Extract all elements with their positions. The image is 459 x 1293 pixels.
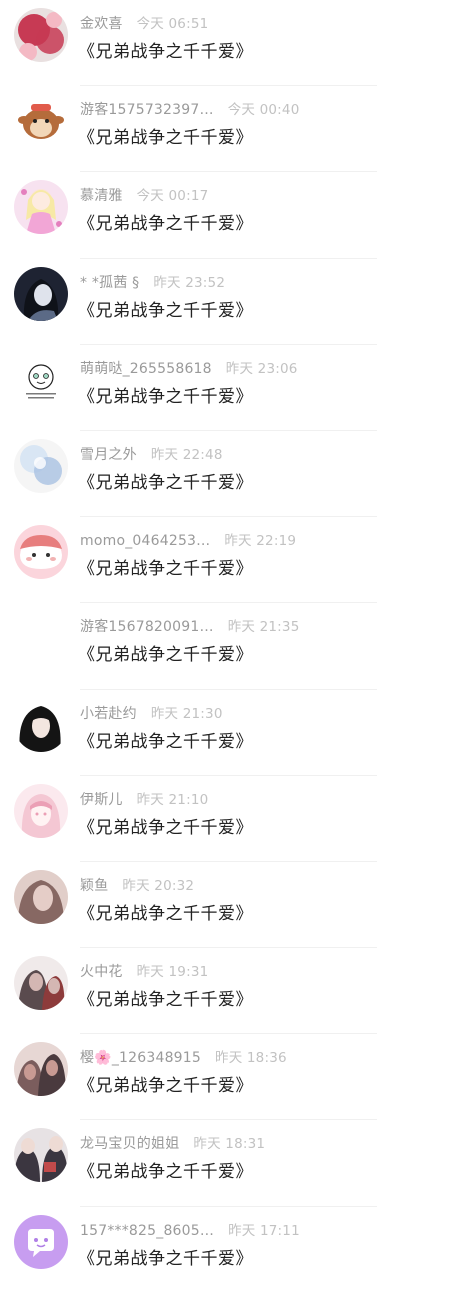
timestamp: 今天 06:51: [136, 16, 209, 32]
comment-meta: 萌萌哒_265558618 昨天 23:06: [80, 357, 298, 378]
comment-item[interactable]: 游客1567820091… 昨天 21:35 《兄弟战争之千千爱》: [0, 603, 459, 690]
timestamp: 昨天 21:30: [150, 705, 223, 722]
comment-meta: 伊斯儿 昨天 21:10: [80, 788, 208, 809]
comment-list: 金欢喜 今天 06:51 《兄弟战争之千千爱》 游客1575732397… 今天 00…: [0, 0, 459, 1293]
comment-text: 《兄弟战争之千千爱》: [78, 300, 253, 321]
comment-item[interactable]: 萌萌哒_265558618 昨天 23:06 《兄弟战争之千千爱》: [0, 345, 459, 432]
username[interactable]: 游客1575732397…: [80, 102, 214, 118]
username[interactable]: 颖鱼: [80, 878, 108, 894]
comment-item[interactable]: 颖鱼 昨天 20:32 《兄弟战争之千千爱》: [0, 862, 459, 949]
comment-item[interactable]: * *孤茜 § 昨天 23:52 《兄弟战争之千千爱》: [0, 259, 459, 345]
timestamp: 昨天 23:52: [153, 274, 226, 291]
avatar-blue-illustration[interactable]: [14, 438, 68, 493]
timestamp: 昨天 23:06: [225, 360, 298, 377]
timestamp: 昨天 17:11: [228, 1222, 300, 1239]
comment-meta: * *孤茜 § 昨天 23:52: [80, 271, 225, 292]
comment-meta: 小若赴约 昨天 21:30: [80, 702, 223, 723]
comment-text: 《兄弟战争之千千爱》: [78, 42, 253, 62]
avatar-tf-boys[interactable]: [14, 1128, 68, 1183]
avatar-dark-anime-girl[interactable]: [14, 266, 68, 321]
comment-meta: 雪月之外 昨天 22:48: [80, 443, 223, 464]
timestamp: 昨天 22:48: [150, 446, 223, 463]
avatar-empty[interactable]: [14, 611, 68, 666]
timestamp: 昨天 21:35: [227, 619, 300, 636]
comment-item[interactable]: 伊斯儿 昨天 21:10 《兄弟战争之千千爱》: [0, 776, 459, 863]
avatar-cartoon-dog[interactable]: [14, 94, 68, 149]
avatar-doodle-face[interactable]: [14, 352, 68, 407]
comment-meta: 157***825_8605… 昨天 17:11: [80, 1219, 300, 1239]
comment-meta: 金欢喜 今天 06:51: [80, 12, 208, 33]
comment-text: 《兄弟战争之千千爱》: [78, 472, 253, 493]
timestamp: 昨天 19:31: [136, 964, 209, 981]
comment-meta: 火中花 昨天 19:31: [80, 960, 208, 981]
username[interactable]: 雪月之外: [80, 447, 137, 463]
comment-item[interactable]: 慕清雅 今天 00:17 《兄弟战争之千千爱》: [0, 172, 459, 259]
comment-item[interactable]: 游客1575732397… 今天 00:40 《兄弟战争之千千爱》: [0, 86, 459, 173]
comment-text: 《兄弟战争之千千爱》: [78, 817, 253, 838]
comment-item[interactable]: 樱🌸_126348915 昨天 18:36 《兄弟战争之千千爱》: [0, 1034, 459, 1121]
comment-item[interactable]: 小若赴约 昨天 21:30 《兄弟战争之千千爱》: [0, 690, 459, 776]
username[interactable]: 龙马宝贝的姐姐: [80, 1136, 179, 1152]
avatar-anime-group[interactable]: [14, 1042, 68, 1097]
comment-meta: 游客1575732397… 今天 00:40: [80, 98, 299, 119]
avatar-pink-anime-girl[interactable]: [14, 180, 68, 235]
avatar-anime-couple[interactable]: [14, 956, 68, 1011]
avatar-pink-blob[interactable]: [14, 525, 68, 580]
comment-text: 《兄弟战争之千千爱》: [78, 1076, 253, 1097]
comment-item[interactable]: 金欢喜 今天 06:51 《兄弟战争之千千爱》: [0, 0, 459, 87]
comment-text: 《兄弟战争之千千爱》: [78, 559, 253, 580]
username[interactable]: 小若赴约: [80, 706, 137, 722]
username[interactable]: 157***825_8605…: [80, 1223, 214, 1239]
comment-item[interactable]: 火中花 昨天 19:31 《兄弟战争之千千爱》: [0, 948, 459, 1035]
username[interactable]: 游客1567820091…: [80, 619, 214, 635]
username[interactable]: 金欢喜: [80, 16, 123, 32]
comment-text: 《兄弟战争之千千爱》: [78, 128, 253, 149]
avatar-red-flowers[interactable]: [14, 8, 68, 62]
username[interactable]: momo_0464253…: [80, 533, 210, 549]
comment-item[interactable]: 龙马宝贝的姐姐 昨天 18:31 《兄弟战争之千千爱》: [0, 1120, 459, 1207]
timestamp: 昨天 21:10: [136, 791, 209, 808]
timestamp: 今天 00:40: [227, 102, 300, 119]
username[interactable]: 伊斯儿: [80, 792, 123, 808]
avatar-girl-photo[interactable]: [14, 869, 68, 924]
comment-meta: 樱🌸_126348915 昨天 18:36: [80, 1046, 287, 1067]
username[interactable]: * *孤茜 §: [80, 275, 139, 291]
comment-meta: 游客1567820091… 昨天 21:35: [80, 615, 299, 636]
username[interactable]: 火中花: [80, 964, 123, 980]
username[interactable]: 萌萌哒_265558618: [80, 361, 212, 377]
timestamp: 今天 00:17: [136, 188, 209, 205]
comment-text: 《兄弟战争之千千爱》: [78, 386, 253, 407]
avatar-chat-bubble[interactable]: [14, 1214, 68, 1269]
avatar-black-hair-girl[interactable]: [14, 697, 68, 752]
comment-meta: 颖鱼 昨天 20:32: [80, 874, 194, 895]
comment-text: 《兄弟战争之千千爱》: [78, 214, 253, 235]
comment-text: 《兄弟战争之千千爱》: [78, 1162, 253, 1183]
comment-meta: 龙马宝贝的姐姐 昨天 18:31: [80, 1132, 265, 1153]
timestamp: 昨天 18:31: [193, 1136, 266, 1153]
timestamp: 昨天 20:32: [122, 877, 195, 894]
username[interactable]: 慕清雅: [80, 188, 123, 204]
timestamp: 昨天 18:36: [215, 1050, 287, 1067]
comment-meta: momo_0464253… 昨天 22:19: [80, 529, 296, 549]
timestamp: 昨天 22:19: [224, 533, 297, 550]
comment-text: 《兄弟战争之千千爱》: [78, 1248, 253, 1269]
username[interactable]: 樱🌸_126348915: [80, 1050, 201, 1066]
avatar-pink-hair-anime[interactable]: [14, 783, 68, 838]
comment-item[interactable]: momo_0464253… 昨天 22:19 《兄弟战争之千千爱》: [0, 517, 459, 604]
comment-text: 《兄弟战争之千千爱》: [78, 990, 253, 1011]
comment-meta: 慕清雅 今天 00:17: [80, 184, 208, 205]
comment-text: 《兄弟战争之千千爱》: [78, 731, 253, 752]
comment-text: 《兄弟战争之千千爱》: [78, 645, 253, 666]
comment-item[interactable]: 雪月之外 昨天 22:48 《兄弟战争之千千爱》: [0, 431, 459, 518]
comment-text: 《兄弟战争之千千爱》: [78, 903, 253, 924]
